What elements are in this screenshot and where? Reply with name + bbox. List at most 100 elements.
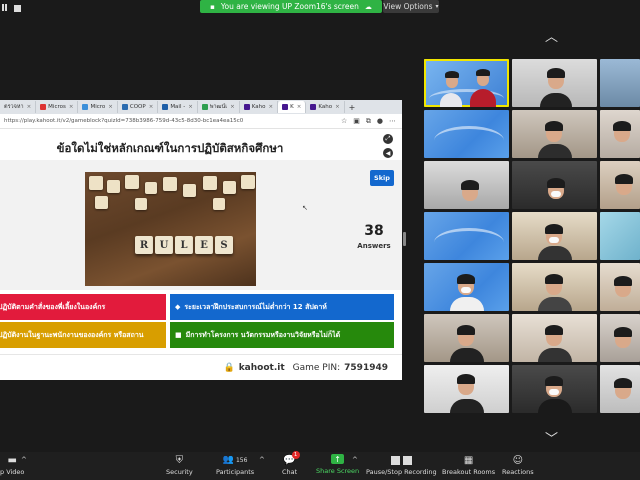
shield-icon: ⛨ (175, 454, 184, 466)
participant-video-tile[interactable] (600, 365, 640, 413)
splitter-handle[interactable] (403, 232, 406, 246)
lock-icon: 🔒 (223, 362, 235, 373)
chevron-down-icon: ▾ (435, 3, 439, 10)
star-icon[interactable]: ☆ (341, 117, 347, 126)
close-icon[interactable]: × (188, 104, 193, 110)
reactions-button[interactable]: ☺ Reactions (502, 454, 534, 477)
smiley-plus-icon: ☺ (512, 454, 524, 466)
chevron-up-icon[interactable]: ^ (21, 456, 27, 464)
close-icon[interactable]: × (27, 104, 32, 110)
gallery-up-arrow-icon[interactable]: ︿ (545, 26, 558, 45)
tab-label: ตรวจหา (4, 104, 24, 110)
answer-yellow[interactable]: ปฏิบัติงานในฐานะพนักงานขององค์กร หรือสถา… (0, 322, 166, 348)
close-icon[interactable]: × (69, 104, 74, 110)
close-icon[interactable]: × (149, 104, 154, 110)
mail-icon (162, 104, 169, 110)
browser-tab[interactable]: Kaho × (306, 101, 345, 113)
windows-icon (82, 104, 89, 110)
fullscreen-icon[interactable]: ⤢ (383, 134, 393, 144)
participant-video-tile[interactable] (600, 161, 640, 209)
footer-pin-label: Game PIN: (292, 362, 341, 373)
browser-tab[interactable]: Kaho × (240, 101, 279, 113)
browser-toolbar: ☆ ▣ ⧉ ● ⋯ (341, 117, 402, 126)
close-icon[interactable]: × (269, 104, 274, 110)
new-tab-button[interactable]: + (345, 101, 360, 113)
breakout-rooms-icon: ▦ (463, 454, 474, 466)
pause-recording-icon[interactable] (2, 3, 8, 13)
stop-recording-icon[interactable] (14, 4, 21, 12)
tab-label: พาฒน์เ (209, 104, 228, 110)
gallery-down-arrow-icon[interactable]: ﹀ (545, 428, 558, 447)
mouse-cursor-icon: ↖ (302, 204, 308, 212)
rules-letter: R (135, 236, 153, 254)
rules-letter: U (155, 236, 173, 254)
square-icon: ■ (175, 331, 182, 339)
chevron-up-icon[interactable]: ^ (259, 456, 265, 464)
participant-video-tile[interactable] (600, 59, 640, 107)
participant-video-tile[interactable] (600, 110, 640, 158)
cloud-icon: ☁ (364, 2, 372, 11)
security-button[interactable]: ⛨ Security (166, 454, 193, 477)
participant-video-tile[interactable] (424, 314, 509, 362)
pause-stop-recording-button[interactable]: Pause/Stop Recording (366, 454, 437, 476)
kahoot-icon (243, 104, 250, 110)
close-icon[interactable]: × (108, 104, 113, 110)
diamond-icon: ◆ (175, 303, 181, 311)
chat-badge: 1 (291, 451, 300, 459)
footer-domain: kahoot.it (238, 362, 285, 373)
participant-video-tile[interactable] (600, 212, 640, 260)
cloud-icon (121, 104, 128, 110)
browser-tab[interactable]: Micro × (78, 101, 118, 113)
rules-letter: L (175, 236, 193, 254)
skip-button[interactable]: Skip (370, 170, 394, 186)
rules-image: R U L E S (85, 172, 256, 286)
browser-tab[interactable]: COOP × (118, 101, 159, 113)
tab-label: Micro (90, 104, 106, 110)
game-pin: 7591949 (344, 362, 388, 373)
share-screen-icon: ↑ (331, 454, 345, 464)
chevron-up-icon[interactable]: ^ (352, 456, 358, 464)
participant-video-tile[interactable] (424, 263, 509, 311)
chat-button[interactable]: 💬 1 Chat (282, 451, 300, 476)
profile-icon[interactable]: ● (377, 117, 383, 126)
extensions-icon[interactable]: ▣ (353, 117, 360, 126)
close-icon[interactable]: × (297, 104, 302, 110)
volume-icon[interactable]: ◀ (383, 148, 393, 158)
browser-tab[interactable]: ตรวจหา × (0, 101, 37, 113)
participant-video-tile[interactable] (424, 161, 509, 209)
answer-red[interactable]: ปฏิบัติตามคำสั่งของพี่เลี้ยงในองค์กร (0, 294, 166, 320)
participant-video-tile[interactable] (424, 110, 509, 158)
browser-tab[interactable]: Mail - × (158, 101, 198, 113)
collections-icon[interactable]: ⧉ (366, 117, 371, 126)
answer-blue[interactable]: ◆ ระยะเวลาฝึกประสบการณ์ไม่ต่ำกว่า 12 สัปด… (170, 294, 394, 320)
participant-video-tile[interactable] (424, 365, 509, 413)
question-title: ข้อใดไม่ใช่หลักเกณฑ์ในการปฏิบัติสหกิจศึก… (56, 141, 284, 155)
participants-button[interactable]: 👥 156 Participants (216, 454, 254, 476)
participant-video-tile[interactable] (512, 59, 597, 107)
more-icon[interactable]: ⋯ (389, 117, 396, 126)
participant-video-tile[interactable] (512, 314, 597, 362)
close-icon[interactable]: × (230, 104, 235, 110)
breakout-rooms-button[interactable]: ▦ Breakout Rooms (442, 454, 495, 477)
participant-video-tile[interactable] (512, 212, 597, 260)
participant-video-tile[interactable] (424, 212, 509, 260)
address-bar[interactable]: https://play.kahoot.it/v2/gameblock?quiz… (0, 114, 402, 129)
answer-green[interactable]: ■ มีการทำโครงการ นวัตกรรมหรืองานวิจัยหรือ… (170, 322, 394, 348)
browser-tab-active[interactable]: K × (278, 101, 307, 113)
url-text: https://play.kahoot.it/v2/gameblock?quiz… (4, 118, 244, 124)
pause-stop-icon (388, 454, 414, 466)
share-banner-text: You are viewing UP Zoom16's screen (220, 2, 359, 11)
chat-icon: 💬 1 (283, 451, 300, 466)
participant-video-tile[interactable] (512, 110, 597, 158)
participant-video-tile[interactable] (512, 263, 597, 311)
close-icon[interactable]: × (335, 104, 340, 110)
browser-tab[interactable]: พาฒน์เ × (198, 101, 240, 113)
participant-video-tile[interactable] (600, 314, 640, 362)
view-options-button[interactable]: View Options ▾ (383, 0, 439, 13)
browser-tab[interactable]: Micros × (36, 101, 79, 113)
participant-video-tile[interactable] (512, 365, 597, 413)
participant-video-tile[interactable] (512, 161, 597, 209)
screen-share-banner: ▪ You are viewing UP Zoom16's screen ☁ (200, 0, 382, 13)
participant-video-tile[interactable] (424, 59, 509, 107)
participant-video-tile[interactable] (600, 263, 640, 311)
